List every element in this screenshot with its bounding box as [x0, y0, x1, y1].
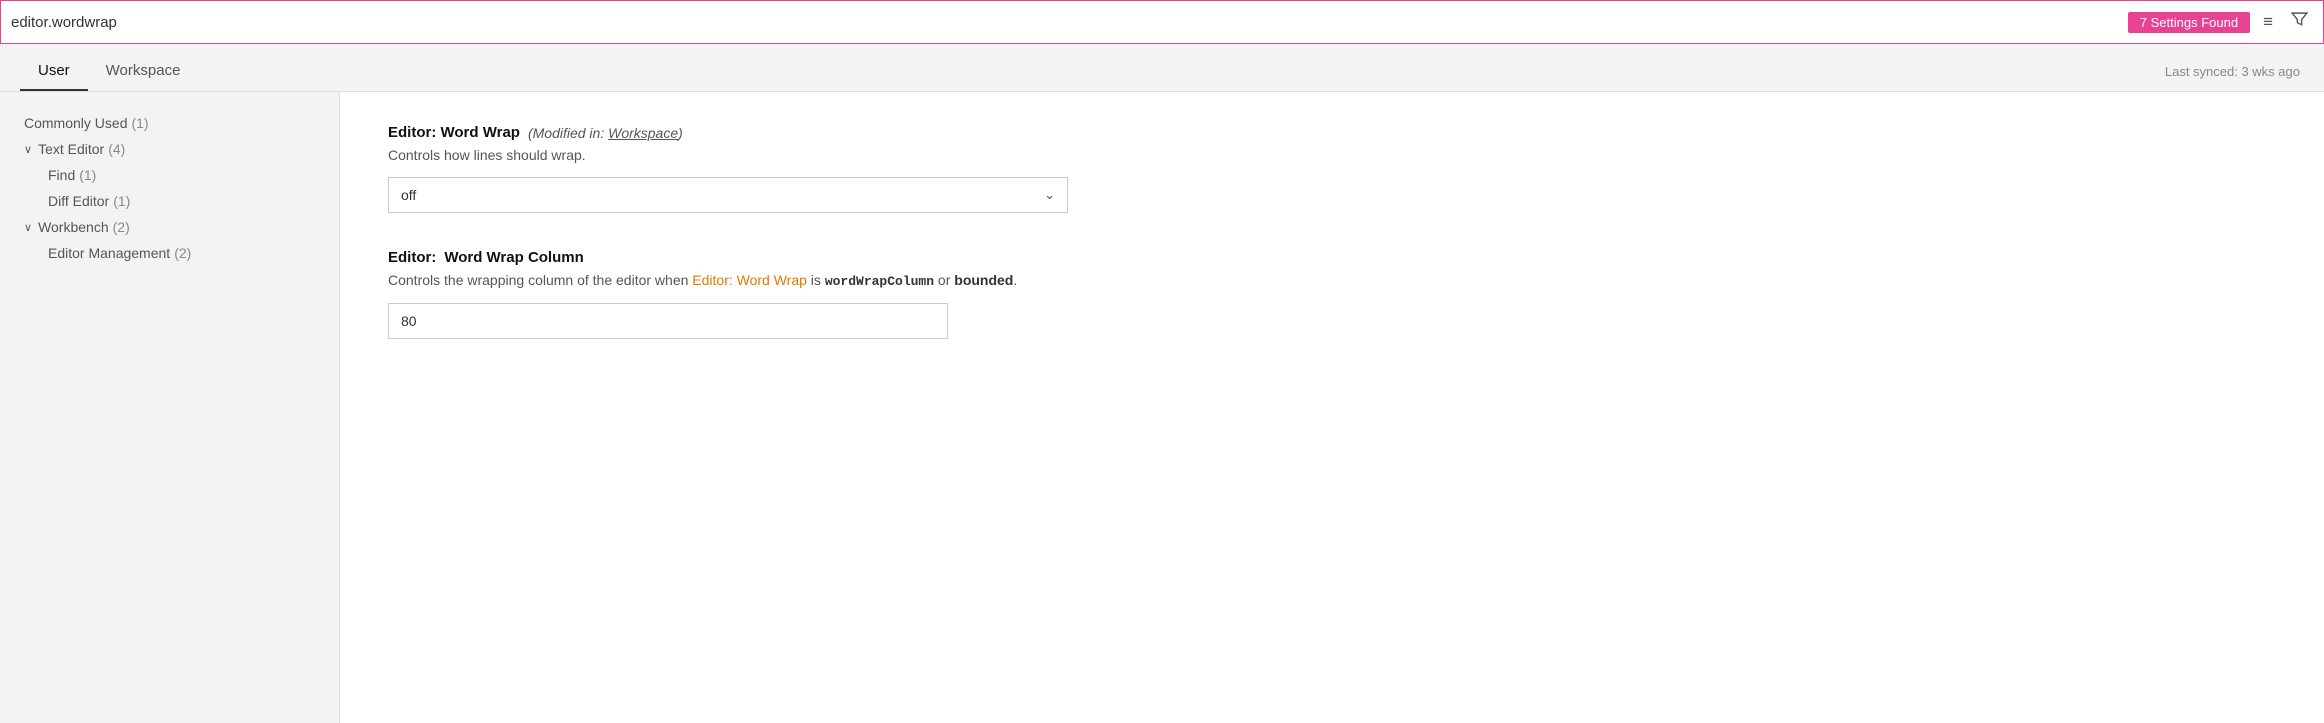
- word-wrap-title-text: Editor: Word Wrap: [388, 124, 520, 141]
- filter-icon-button[interactable]: [2286, 9, 2313, 35]
- sidebar-item-find[interactable]: Find (1): [24, 162, 339, 188]
- word-wrap-column-title: Editor: Word Wrap Column: [388, 249, 2276, 266]
- word-wrap-dropdown-arrow: ⌄: [1044, 187, 1055, 203]
- diff-editor-count: (1): [113, 193, 130, 209]
- search-input[interactable]: [11, 14, 2128, 31]
- word-wrap-column-desc-code: wordWrapColumn: [825, 274, 934, 289]
- word-wrap-column-description: Controls the wrapping column of the edit…: [388, 272, 2276, 289]
- sidebar-item-editor-management[interactable]: Editor Management (2): [24, 240, 339, 266]
- sidebar-item-text-editor[interactable]: ∨ Text Editor (4): [24, 136, 339, 162]
- search-right: 7 Settings Found ≡: [2128, 9, 2313, 35]
- sort-icon-button[interactable]: ≡: [2258, 10, 2278, 34]
- workbench-count: (2): [113, 219, 130, 235]
- word-wrap-description: Controls how lines should wrap.: [388, 147, 2276, 163]
- word-wrap-column-input[interactable]: [388, 303, 948, 339]
- word-wrap-workspace-link[interactable]: Workspace: [608, 125, 678, 141]
- word-wrap-column-desc-bounded: bounded: [954, 272, 1013, 288]
- sidebar-item-diff-editor[interactable]: Diff Editor (1): [24, 188, 339, 214]
- filter-icon: [2291, 11, 2308, 33]
- diff-editor-label: Diff Editor: [48, 193, 109, 209]
- setting-word-wrap: Editor: Word Wrap (Modified in: Workspac…: [388, 124, 2276, 213]
- commonly-used-label: Commonly Used: [24, 115, 127, 131]
- word-wrap-title: Editor: Word Wrap (Modified in: Workspac…: [388, 124, 2276, 141]
- sidebar-item-commonly-used[interactable]: Commonly Used (1): [24, 110, 339, 136]
- main-layout: Commonly Used (1) ∨ Text Editor (4) Find…: [0, 92, 2324, 723]
- sidebar-item-workbench[interactable]: ∨ Workbench (2): [24, 214, 339, 240]
- word-wrap-column-desc-link: Editor: Word Wrap: [692, 272, 807, 288]
- tabs-left: User Workspace: [20, 44, 198, 91]
- tab-user[interactable]: User: [20, 44, 88, 91]
- sort-icon: ≡: [2263, 12, 2273, 32]
- sync-text: Last synced: 3 wks ago: [2165, 64, 2324, 91]
- find-label: Find: [48, 167, 75, 183]
- search-bar: 7 Settings Found ≡: [0, 0, 2324, 44]
- commonly-used-count: (1): [131, 115, 148, 131]
- editor-management-count: (2): [174, 245, 191, 261]
- tab-workspace[interactable]: Workspace: [88, 44, 199, 91]
- text-editor-label: Text Editor: [38, 141, 104, 157]
- workbench-label: Workbench: [38, 219, 109, 235]
- text-editor-count: (4): [108, 141, 125, 157]
- text-editor-chevron: ∨: [24, 143, 32, 156]
- word-wrap-dropdown-value: off: [401, 187, 416, 203]
- setting-word-wrap-column: Editor: Word Wrap Column Controls the wr…: [388, 249, 2276, 339]
- settings-found-badge: 7 Settings Found: [2128, 12, 2250, 33]
- editor-management-label: Editor Management: [48, 245, 170, 261]
- find-count: (1): [79, 167, 96, 183]
- word-wrap-modified-note: (Modified in: Workspace): [528, 125, 683, 141]
- content-area: Editor: Word Wrap (Modified in: Workspac…: [340, 92, 2324, 723]
- word-wrap-dropdown[interactable]: off ⌄: [388, 177, 1068, 213]
- tabs-bar: User Workspace Last synced: 3 wks ago: [0, 44, 2324, 92]
- workbench-chevron: ∨: [24, 221, 32, 234]
- sidebar: Commonly Used (1) ∨ Text Editor (4) Find…: [0, 92, 340, 723]
